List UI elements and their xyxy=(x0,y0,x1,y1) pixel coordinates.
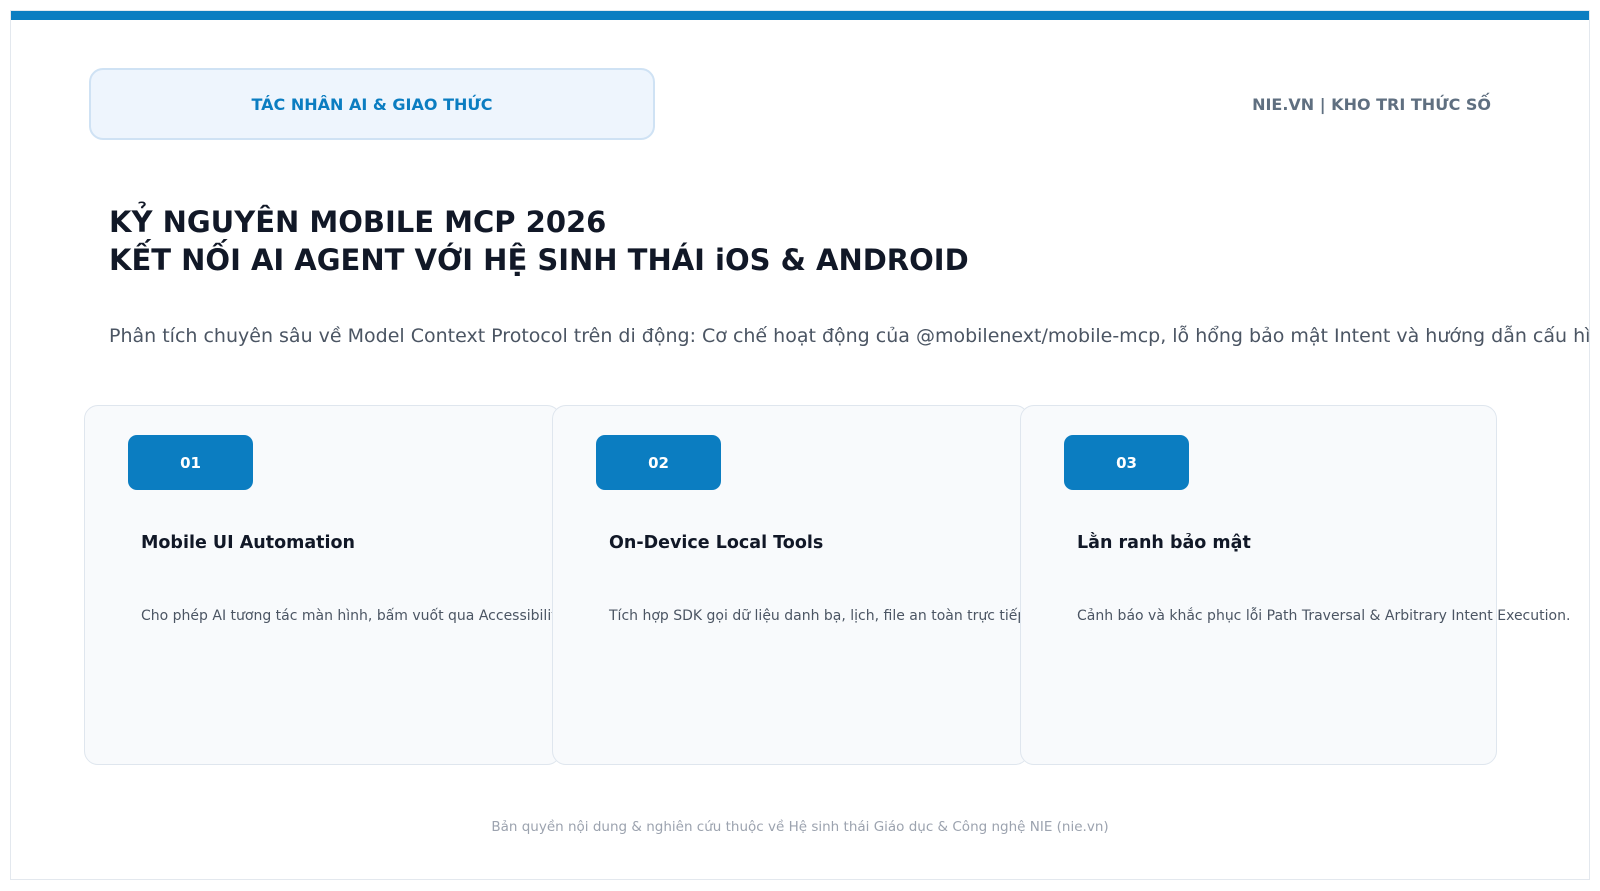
card-title: Mobile UI Automation xyxy=(141,533,356,553)
card-number-badge: 02 xyxy=(596,435,721,490)
card-title: On-Device Local Tools xyxy=(609,533,824,553)
card-number-badge: 01 xyxy=(128,435,253,490)
category-pill: TÁC NHÂN AI & GIAO THỨC xyxy=(89,68,655,140)
card-number-badge: 03 xyxy=(1064,435,1189,490)
card-title: Lằn ranh bảo mật xyxy=(1077,533,1251,553)
page-subtitle: Phân tích chuyên sâu về Model Context Pr… xyxy=(109,325,1590,347)
page-title: KỶ NGUYÊN MOBILE MCP 2026 KẾT NỐI AI AGE… xyxy=(109,203,969,279)
feature-card-2: 02 On-Device Local Tools Tích hợp SDK gọ… xyxy=(552,405,1123,765)
title-line-2: KẾT NỐI AI AGENT VỚI HỆ SINH THÁI iOS & … xyxy=(109,243,969,277)
footer-copyright: Bản quyền nội dung & nghiên cứu thuộc về… xyxy=(491,819,1109,835)
feature-card-3: 03 Lằn ranh bảo mật Cảnh báo và khắc phụ… xyxy=(1020,405,1570,765)
accent-top-bar xyxy=(11,11,1589,20)
slide: TÁC NHÂN AI & GIAO THỨC NIE.VN | KHO TRI… xyxy=(10,10,1590,880)
card-description: Cảnh báo và khắc phục lỗi Path Traversal… xyxy=(1077,608,1571,624)
brand-label: NIE.VN | KHO TRI THỨC SỐ xyxy=(1252,95,1491,114)
feature-card-1: 01 Mobile UI Automation Cho phép AI tươn… xyxy=(84,405,689,765)
title-line-1: KỶ NGUYÊN MOBILE MCP 2026 xyxy=(109,205,607,239)
category-label: TÁC NHÂN AI & GIAO THỨC xyxy=(251,94,493,114)
